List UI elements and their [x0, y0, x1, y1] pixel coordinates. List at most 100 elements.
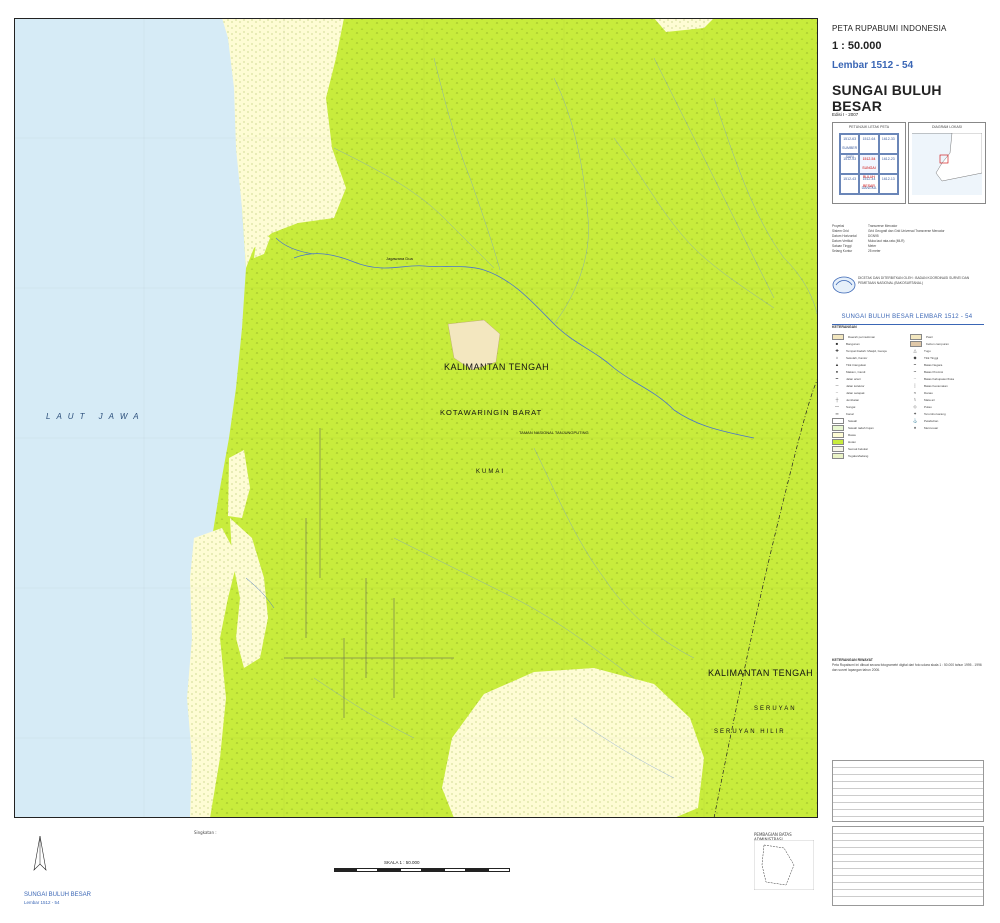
legend-label: Hutan — [848, 439, 857, 444]
index-cell-current[interactable]: 1512-54 SUNGAI BULUH BESAR — [859, 154, 879, 188]
legend-label: Titik triangulasi — [846, 362, 866, 367]
sheet-name: SUNGAI BULUH BESAR — [832, 82, 942, 114]
series-title: PETA RUPABUMI INDONESIA — [832, 24, 947, 33]
legend-label: Jalan setapak — [846, 390, 865, 395]
index-cell[interactable]: 1512-44 DANGKA — [859, 174, 879, 194]
park-label: TAMAN NASIONAL TANJUNGPUTING — [519, 430, 589, 435]
legend-label: Pelabuhan — [924, 418, 939, 423]
regency-label-2: SERUYAN — [754, 706, 797, 712]
index-cell[interactable]: 1612-23 — [878, 154, 898, 174]
index-cell[interactable]: 1512-64 — [859, 134, 879, 154]
legend-item: ┄ Jalan setapak — [832, 389, 902, 396]
legend-symbol-icon: ⚓ — [912, 418, 918, 423]
map-scale-title: 1 : 50.000 — [832, 40, 882, 52]
legend-symbol-icon: ♦ — [913, 425, 917, 430]
legend-label: Batas Negara — [924, 362, 943, 367]
legend-item: ◇ Pulau — [910, 403, 980, 410]
index-cell[interactable]: 1612-33 — [878, 134, 898, 154]
index-cell[interactable]: 1512-63 SUMBER SARI — [840, 134, 860, 159]
legend-item: ✚ Tempat ibadah: Masjid, Gereja — [832, 347, 902, 354]
legend-label: Jalan arteri — [846, 376, 861, 381]
legend-item: ■ Bangunan — [832, 340, 902, 347]
index-cell[interactable]: 1512-53 — [840, 154, 860, 174]
north-arrow-icon — [33, 835, 47, 871]
legend-label: Sungai — [846, 404, 856, 409]
legend-symbol-icon: ─ — [835, 383, 839, 388]
legend-symbol-icon: ⌇ — [914, 397, 916, 402]
legend-label: Semak belukar — [848, 446, 869, 451]
legend-label: Jembatan — [846, 397, 860, 402]
legend-item: ┼ Jembatan — [832, 396, 902, 403]
legend-column-right: Pasir Kebun campuran △ Tugu ◆ Titik Tinggi ┅ Ba… — [910, 333, 980, 431]
legend-item: Semak belukar — [832, 445, 902, 452]
legend-symbol-icon: ✚ — [835, 348, 839, 353]
legend-item: ─ Jalan kolektor — [832, 382, 902, 389]
map-frame[interactable]: LAUT JAWA KALIMANTAN TENGAH KOTAWARINGIN… — [14, 18, 818, 818]
abbreviations-label: Singkatan : — [194, 830, 217, 835]
sheet-index-box: PETUNJUK LETAK PETA 1512-63 SUMBER SARI … — [832, 122, 906, 204]
utm-table — [832, 826, 984, 906]
legend-label: Tempat ibadah: Masjid, Gereja — [846, 348, 887, 353]
legend-item: ═ Kanal — [832, 410, 902, 417]
admin-boundary-diagram — [754, 840, 814, 890]
history-notes: KETERANGAN RIWAYAT Peta Rupabumi ini dib… — [832, 658, 982, 673]
map-info-panel: PETA RUPABUMI INDONESIA 1 : 50.000 Lemba… — [822, 18, 992, 908]
legend-item: ≈ Danau — [910, 389, 980, 396]
legend-symbol-icon: ┄ — [835, 390, 839, 395]
legend-symbol-icon: 〰 — [835, 403, 839, 409]
legend-label: Daerah permukiman — [848, 334, 876, 339]
legend-item: Sawah — [832, 417, 902, 424]
legend-item: ┊ Batas Kecamatan — [910, 382, 980, 389]
sheet-index-title: PETUNJUK LETAK PETA — [848, 125, 890, 129]
regency-label: KOTAWARINGIN BARAT — [440, 408, 543, 417]
legend-item: △ Tugu — [910, 347, 980, 354]
legend-item: ◆ Titik Tinggi — [910, 354, 980, 361]
legend-item: ▲ Titik triangulasi — [832, 361, 902, 368]
index-cell[interactable]: 1612-13 — [878, 174, 898, 194]
legend-item: ┈ Batas Kabupaten/Kota — [910, 375, 980, 382]
legend-symbol-icon: ┈ — [913, 376, 917, 381]
legend-label: Tugu — [924, 348, 931, 353]
legend-label: Pulau — [924, 404, 932, 409]
legend-item: Daerah permukiman — [832, 333, 902, 340]
location-diagram-box: DIAGRAM LOKASI — [908, 122, 986, 204]
notes-text: Peta Rupabumi ini dibuat secara fotogram… — [832, 663, 982, 672]
legend-item: 〰 Sungai — [832, 403, 902, 410]
index-cell[interactable]: 1512-43 — [840, 174, 860, 194]
legend-symbol-icon: ◆ — [913, 355, 917, 360]
legend-label: Pasir — [926, 334, 933, 339]
legend-title: KETERANGAN — [832, 325, 857, 329]
subdistrict-label-2: SERUYAN HILIR — [714, 729, 786, 735]
legend-symbol-icon: ┉ — [913, 369, 917, 374]
legend-item: ┅ Batas Negara — [910, 361, 980, 368]
bakosurtanal-logo — [832, 276, 856, 294]
legend-symbol-icon: ═ — [835, 411, 839, 416]
edition-label: Edisi I - 2007 — [832, 112, 859, 117]
legend-symbol-icon: ┊ — [913, 383, 917, 388]
legend-label: Tegalan/ladang — [848, 453, 869, 458]
map-metadata: Proyeksi Transverse Mercator Sistem Grid G… — [832, 224, 945, 253]
legend-symbol-icon: ⌂ — [835, 355, 839, 360]
legend-item: Pasir — [910, 333, 980, 340]
legend-swatch — [910, 333, 922, 340]
legend-item: ✦ Terumbu karang — [910, 410, 980, 417]
legend-item: ⌂ Sekolah, Kantor — [832, 354, 902, 361]
province-label: KALIMANTAN TENGAH — [444, 362, 550, 372]
legend-swatch — [832, 431, 844, 438]
legend-item: ⌇ Mata air — [910, 396, 980, 403]
legend-label: Batas Kecamatan — [924, 383, 948, 388]
map-footer: SUNGAI BULUH BESAR Lembar 1512 - 54 Sing… — [14, 822, 818, 922]
legend-item: Rawa — [832, 431, 902, 438]
footer-sheet-sub: Lembar 1512 - 54 — [24, 900, 60, 905]
legend-item: Sawah tadah hujan — [832, 424, 902, 431]
legend-symbol-icon: ≈ — [913, 390, 917, 395]
legend-label: Batas Provinsi — [924, 369, 944, 374]
legend-label: Mata air — [924, 397, 935, 402]
sheet-banner: SUNGAI BULUH BESAR LEMBAR 1512 - 54 — [841, 314, 973, 320]
legend-symbol-icon: ┼ — [835, 397, 839, 402]
location-diagram-title: DIAGRAM LOKASI — [932, 125, 962, 129]
legend-label: Jalan kolektor — [846, 383, 865, 388]
province-label-2: KALIMANTAN TENGAH — [708, 668, 814, 678]
legend-item: Tegalan/ladang — [832, 452, 902, 459]
legend-label: Sawah — [848, 418, 858, 423]
